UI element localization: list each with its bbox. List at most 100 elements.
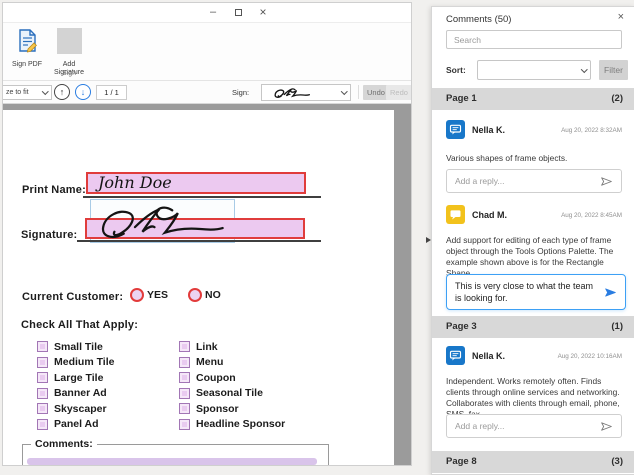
page-up-button[interactable]: ↑ (54, 84, 70, 100)
checkbox-label: Link (196, 340, 218, 353)
reply-draft-box[interactable]: This is very close to what the team is l… (446, 274, 626, 310)
sort-label: Sort: (446, 65, 466, 75)
reply-box[interactable] (446, 414, 622, 438)
print-name-label: Print Name: (22, 184, 86, 196)
checkbox[interactable] (179, 387, 190, 399)
reply-input[interactable] (455, 176, 600, 186)
checkbox-label: Menu (196, 356, 224, 369)
checkbox-label: Headline Sponsor (196, 418, 286, 431)
checkbox-label: Large Tile (54, 371, 104, 384)
checkbox-item[interactable]: Skyscaper (37, 401, 114, 417)
screenshot-stage: – × Sign PDF Add Signature Sign ze to fi… (0, 0, 634, 475)
send-icon[interactable] (604, 287, 617, 298)
no-radio[interactable] (188, 288, 202, 302)
signature-label: Signature: (21, 229, 78, 241)
checkbox-item[interactable]: Headline Sponsor (179, 417, 285, 433)
checkbox-item[interactable]: Sponsor (179, 401, 285, 417)
checkbox-item[interactable]: Small Tile (37, 339, 114, 355)
main-toolbar: Sign PDF Add Signature Sign (3, 23, 411, 81)
checkbox-item[interactable]: Link (179, 339, 285, 355)
page-section-count: (2) (611, 93, 623, 104)
comment-avatar (446, 205, 465, 224)
checkbox-item[interactable]: Coupon (179, 370, 285, 386)
comments-fieldset: Comments: (22, 438, 329, 465)
yes-radio[interactable] (130, 288, 144, 302)
checkbox[interactable] (179, 403, 190, 415)
pdf-page: Print Name: John Doe Signature: Current (3, 110, 394, 465)
reply-draft-text[interactable]: This is very close to what the team is l… (455, 280, 597, 304)
page-section-header[interactable]: Page 3 (1) (432, 316, 634, 338)
reply-box[interactable] (446, 169, 622, 193)
checkbox[interactable] (37, 356, 48, 368)
yes-radio-option[interactable]: YES (130, 288, 168, 302)
comment-timestamp: Aug 20, 2022 8:45AM (561, 212, 622, 219)
checkbox-item[interactable]: Seasonal Tile (179, 386, 285, 402)
checkbox-label: Medium Tile (54, 356, 115, 369)
checkbox[interactable] (179, 372, 190, 384)
checkbox-item[interactable]: Medium Tile (37, 355, 114, 371)
checkbox-item[interactable]: Panel Ad (37, 417, 114, 433)
arrow-up-icon: ↑ (59, 87, 65, 97)
comment-avatar (446, 120, 465, 139)
signature-preview-icon (274, 87, 310, 98)
checkbox[interactable] (37, 372, 48, 384)
toolbar-divider (358, 85, 359, 99)
send-icon[interactable] (600, 176, 613, 187)
sign-dropdown-label: Sign: (232, 88, 250, 97)
panel-close-button[interactable]: × (618, 11, 624, 23)
checkbox-item[interactable]: Menu (179, 355, 285, 371)
arrow-down-icon: ↓ (80, 87, 86, 97)
comment-body: Various shapes of frame objects. (446, 153, 568, 163)
sort-select[interactable] (477, 60, 591, 80)
checkbox[interactable] (37, 387, 48, 399)
checkbox[interactable] (37, 418, 48, 430)
signature-ink (101, 206, 224, 239)
chat-bubble-icon (449, 124, 462, 135)
reply-input[interactable] (455, 421, 600, 431)
no-radio-option[interactable]: NO (188, 288, 221, 302)
pdf-viewer: Print Name: John Doe Signature: Current (3, 104, 411, 465)
panel-collapse-arrow[interactable] (426, 237, 431, 243)
zoom-select[interactable]: ze to fit (3, 85, 52, 100)
comments-panel: Comments (50) × Sort: Filter Page 1 (2) … (431, 6, 634, 475)
sign-group-label: Sign (61, 70, 76, 77)
comments-input-field[interactable] (27, 458, 317, 465)
checkbox[interactable] (37, 341, 48, 353)
filter-button[interactable]: Filter (599, 60, 628, 80)
page-section-header[interactable]: Page 8 (3) (432, 451, 634, 473)
sign-pdf-button[interactable]: Sign PDF (5, 28, 49, 69)
signature-select[interactable] (261, 84, 351, 101)
window-titlebar: – × (3, 3, 411, 23)
page-down-button[interactable]: ↓ (75, 84, 91, 100)
chevron-down-icon (580, 65, 587, 73)
checkbox-column-right: Link Menu Coupon Seasonal Tile Sponsor H… (179, 339, 285, 432)
page-section-label: Page 8 (446, 456, 477, 467)
close-button[interactable]: × (254, 5, 272, 20)
checkbox-label: Seasonal Tile (196, 387, 263, 400)
checkbox-item[interactable]: Banner Ad (37, 386, 114, 402)
checkbox[interactable] (37, 403, 48, 415)
checkbox-column-left: Small Tile Medium Tile Large Tile Banner… (37, 339, 114, 432)
search-input[interactable] (446, 30, 622, 49)
page-section-header[interactable]: Page 1 (2) (432, 88, 634, 110)
maximize-button[interactable] (229, 5, 247, 20)
chevron-down-icon (340, 88, 347, 95)
checkbox-label: Small Tile (54, 340, 103, 353)
checkbox[interactable] (179, 341, 190, 353)
yes-label: YES (147, 289, 169, 301)
sign-pdf-label: Sign PDF (12, 61, 42, 68)
checkbox-item[interactable]: Large Tile (37, 370, 114, 386)
checkbox-label: Panel Ad (54, 418, 99, 431)
minimize-button[interactable]: – (204, 5, 222, 20)
checkbox[interactable] (179, 356, 190, 368)
page-section-count: (1) (611, 321, 623, 332)
print-name-field[interactable]: John Doe (86, 172, 306, 194)
send-icon[interactable] (600, 421, 613, 432)
print-name-value: John Doe (98, 173, 172, 192)
chat-bubble-icon (449, 350, 462, 361)
redo-button[interactable]: Redo (386, 85, 411, 100)
page-indicator[interactable]: 1 / 1 (96, 85, 127, 100)
checkbox[interactable] (179, 418, 190, 430)
comments-field-label: Comments: (31, 438, 97, 450)
zoom-select-value: ze to fit (6, 89, 29, 96)
